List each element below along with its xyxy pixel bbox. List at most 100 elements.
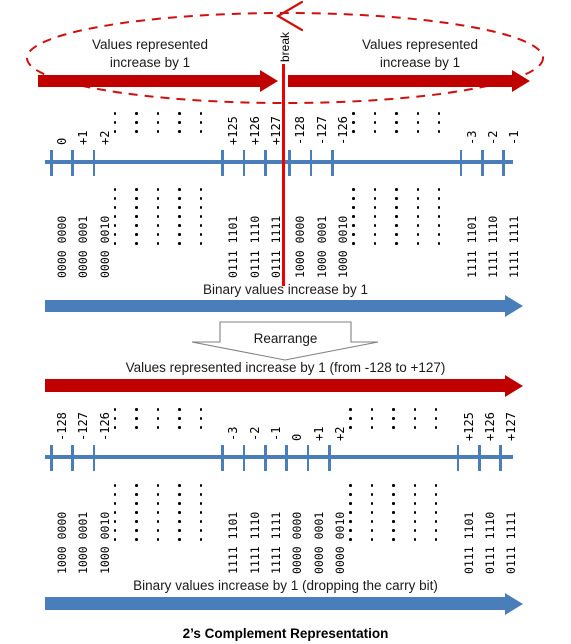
axis-tick <box>92 445 96 471</box>
value-label: -126 <box>336 116 351 145</box>
binary-label: 0111 1111 <box>269 215 283 278</box>
ellipsis-dots <box>370 408 374 435</box>
ellipsis-dots <box>349 408 353 435</box>
binary-label: 0000 0000 <box>290 511 305 574</box>
axis-tick <box>92 150 96 176</box>
top-right-red-arrow-icon <box>288 70 530 92</box>
binary-label: 1111 1110 <box>247 511 262 574</box>
value-label: -1 <box>507 130 522 145</box>
value-label: +1 <box>311 426 326 441</box>
value-label: -1 <box>269 426 283 441</box>
rearrange-label: Rearrange <box>253 331 318 346</box>
ellipsis-dots <box>352 188 356 251</box>
axis-tick <box>456 445 460 471</box>
binary-label: 0000 0001 <box>76 215 91 278</box>
value-label: -3 <box>464 130 479 145</box>
binary-label: 1111 1111 <box>269 511 283 574</box>
value-label: -127 <box>314 116 329 145</box>
ellipsis-dots <box>394 188 398 251</box>
ellipsis-dots <box>199 188 203 251</box>
value-label: -2 <box>247 426 262 441</box>
axis-tick <box>459 150 463 176</box>
value-label: +126 <box>247 116 262 145</box>
value-label: +1 <box>76 130 91 145</box>
binary-label: 0111 1111 <box>504 511 519 574</box>
top-left-red-arrow-icon <box>38 70 278 92</box>
ellipsis-dots <box>352 112 356 139</box>
binary-label: 0111 1110 <box>247 215 262 278</box>
value-label: +2 <box>97 130 112 145</box>
axis-tick <box>502 150 505 176</box>
bottom-red-arrow-icon <box>45 374 523 398</box>
ellipsis-dots <box>177 188 181 251</box>
ellipsis-dots <box>199 112 203 139</box>
binary-label: 0111 1101 <box>226 215 241 278</box>
ellipsis-dots <box>135 408 139 435</box>
ellipsis-dots <box>391 484 395 547</box>
ellipsis-dots <box>437 188 441 251</box>
binary-label: 1000 0000 <box>293 215 308 278</box>
value-label: +2 <box>333 426 348 441</box>
binary-label: 1000 0010 <box>336 215 351 278</box>
value-label: -3 <box>226 426 241 441</box>
ellipsis-dots <box>156 112 160 139</box>
ellipsis-dots <box>177 112 181 139</box>
axis-tick <box>50 445 53 471</box>
ellipsis-dots <box>156 188 160 251</box>
ellipsis-dots <box>434 408 438 435</box>
binary-label: 1000 0000 <box>55 511 69 574</box>
ellipsis-dots <box>135 188 139 251</box>
page-title: 2’s Complement Representation <box>182 626 389 641</box>
ellipsis-dots <box>135 112 139 139</box>
axis-tick <box>328 445 331 471</box>
ellipsis-dots <box>370 484 374 547</box>
binary-label: 1000 0010 <box>97 511 112 574</box>
axis-tick <box>221 445 224 471</box>
axis-tick <box>499 445 502 471</box>
value-label: 0 <box>290 433 305 441</box>
ellipsis-dots <box>113 188 117 251</box>
binary-label: 0111 1101 <box>461 511 476 574</box>
top-left-caption-line2: increase by 1 <box>109 55 191 70</box>
value-label: -128 <box>55 412 69 441</box>
ellipsis-dots <box>434 484 438 547</box>
ellipsis-dots <box>416 188 420 251</box>
ellipsis-dots <box>391 408 395 435</box>
value-label: +125 <box>461 412 476 441</box>
axis-tick <box>309 150 313 176</box>
value-label: -2 <box>486 130 500 145</box>
ellipsis-dots <box>373 112 377 139</box>
axis-tick <box>264 150 267 176</box>
bottom-blue-arrow-icon <box>45 592 523 616</box>
axis-tick <box>285 445 288 471</box>
ellipsis-dots <box>437 112 441 139</box>
axis-tick <box>242 150 246 176</box>
top-right-caption-line1: Values represented <box>361 37 479 52</box>
ellipsis-dots <box>135 484 139 547</box>
value-label: -128 <box>293 116 308 145</box>
binary-label: 1111 1101 <box>464 215 479 278</box>
diagram-canvas: Values represented increase by 1 Values … <box>0 0 571 644</box>
ellipsis-dots <box>413 408 417 435</box>
axis-tick <box>481 150 484 176</box>
break-line <box>282 64 285 286</box>
top-blue-arrow-icon <box>45 295 523 317</box>
ellipsis-dots <box>113 484 117 547</box>
ellipsis-dots <box>349 484 353 547</box>
ellipsis-dots <box>113 112 117 139</box>
binary-label: 0000 0001 <box>311 511 326 574</box>
value-label: +125 <box>226 116 241 145</box>
break-label: break <box>278 31 292 62</box>
axis-tick <box>221 150 224 176</box>
ellipsis-dots <box>156 484 160 547</box>
ellipsis-dots <box>413 484 417 547</box>
binary-label: 0111 1110 <box>483 511 497 574</box>
binary-label: 1000 0001 <box>76 511 91 574</box>
ellipsis-dots <box>416 112 420 139</box>
ellipsis-dots <box>394 112 398 139</box>
ellipsis-dots <box>177 484 181 547</box>
value-label: +127 <box>269 116 283 145</box>
axis-tick <box>50 150 53 176</box>
value-label: -127 <box>76 412 91 441</box>
ellipsis-dots <box>156 408 160 435</box>
